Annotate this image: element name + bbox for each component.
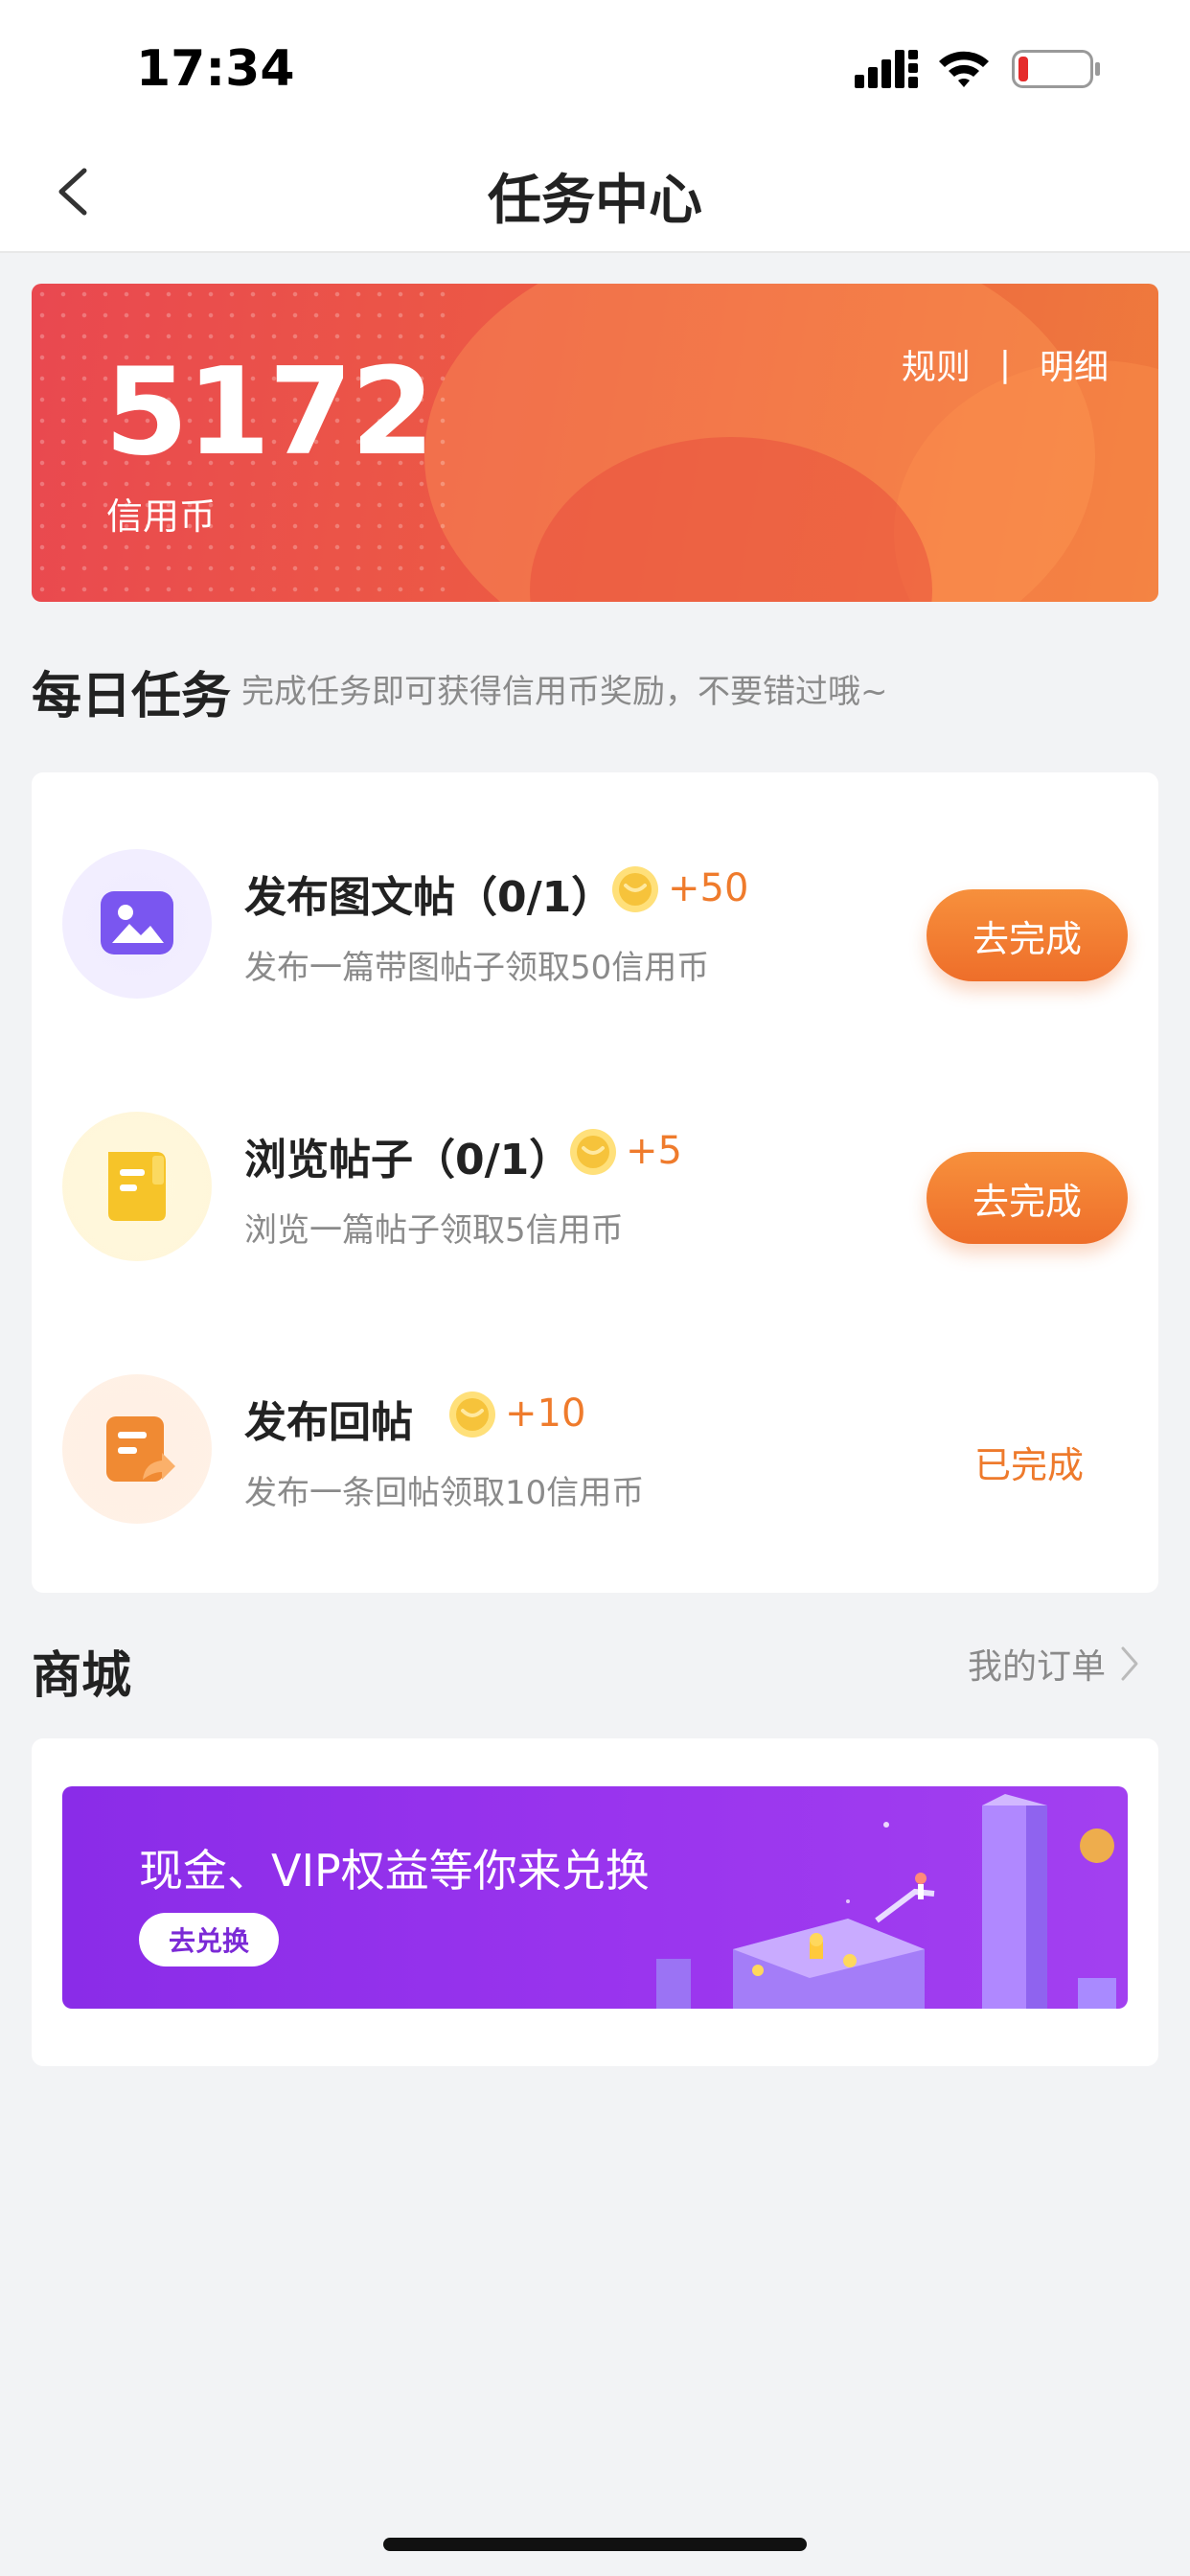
task-icon-wrap (62, 849, 212, 999)
task-center-screen: 17:34 任务中心 5172 信用币 规则 | 明细 每日任务 完成任务即可获… (0, 0, 1190, 2576)
home-indicator (383, 2538, 807, 2551)
credit-unit-label: 信用币 (106, 495, 217, 538)
task-icon-wrap (62, 1112, 212, 1261)
cellular-signal-icon (855, 50, 918, 88)
go-complete-button[interactable]: 去完成 (927, 1152, 1128, 1244)
exchange-promo-banner[interactable]: 现金、VIP权益等你来兑换 去兑换 (62, 1786, 1128, 2009)
task-description: 浏览一篇帖子领取5信用币 (244, 1211, 624, 1250)
task-list-card: 发布图文帖（0/1） +50 发布一篇带图帖子领取50信用币 去完成 浏览帖子（… (32, 772, 1158, 1593)
coin-icon (570, 1129, 616, 1175)
status-time: 17:34 (136, 40, 295, 98)
go-exchange-button[interactable]: 去兑换 (139, 1913, 279, 1966)
city-illustration (656, 1794, 1116, 2009)
chevron-right-icon (1121, 1646, 1138, 1681)
task-item-reply: 发布回帖 +10 发布一条回帖领取10信用币 已完成 (32, 1351, 1158, 1543)
go-complete-button[interactable]: 去完成 (927, 889, 1128, 981)
wifi-icon (939, 51, 989, 87)
link-separator: | (998, 344, 1011, 384)
coin-icon (612, 866, 658, 912)
my-orders-link[interactable]: 我的订单 (968, 1639, 1140, 1689)
daily-tasks-title: 每日任务 (32, 668, 232, 725)
mall-card: 现金、VIP权益等你来兑换 去兑换 (32, 1738, 1158, 2066)
battery-icon (1012, 50, 1100, 88)
detail-link[interactable]: 明细 (1040, 339, 1109, 389)
task-reward: +10 (505, 1392, 586, 1436)
nav-bar: 任务中心 (0, 134, 1190, 253)
daily-tasks-subtitle: 完成任务即可获得信用币奖励，不要错过哦~ (241, 673, 888, 711)
credit-balance-value: 5172 (104, 341, 435, 482)
reply-icon (106, 1416, 175, 1482)
task-title: 发布回帖 (244, 1398, 413, 1447)
task-title: 发布图文帖（0/1） (244, 873, 614, 922)
task-title: 浏览帖子（0/1） (244, 1136, 572, 1184)
coin-icon (449, 1392, 495, 1438)
credit-balance-banner: 5172 信用币 规则 | 明细 (32, 284, 1158, 602)
task-reward: +5 (626, 1129, 682, 1173)
task-description: 发布一篇带图帖子领取50信用币 (244, 949, 710, 987)
my-orders-label: 我的订单 (967, 1647, 1106, 1687)
status-bar: 17:34 (0, 0, 1190, 144)
banner-links: 规则 | 明细 (902, 339, 1109, 389)
mall-title: 商城 (32, 1647, 132, 1705)
rules-link[interactable]: 规则 (902, 339, 971, 389)
page-title: 任务中心 (488, 170, 702, 232)
task-item-browse-posts: 浏览帖子（0/1） +5 浏览一篇帖子领取5信用币 去完成 (32, 1089, 1158, 1280)
task-reward: +50 (668, 866, 749, 910)
task-icon-wrap (62, 1374, 212, 1524)
task-completed-label: 已完成 (973, 1444, 1084, 1486)
document-icon (108, 1152, 166, 1221)
promo-headline: 现金、VIP权益等你来兑换 (139, 1845, 650, 1897)
task-item-post-image: 发布图文帖（0/1） +50 发布一篇带图帖子领取50信用币 去完成 (32, 826, 1158, 1018)
task-description: 发布一条回帖领取10信用币 (244, 1474, 645, 1512)
image-icon (101, 891, 173, 954)
